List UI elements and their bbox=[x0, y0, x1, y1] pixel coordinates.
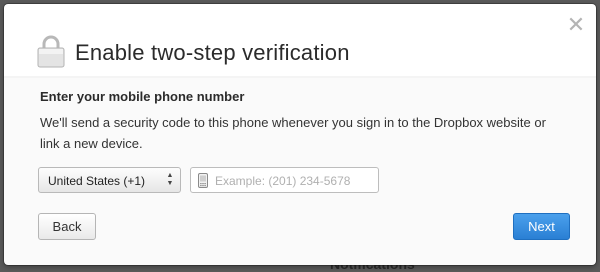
phone-description: We'll send a security code to this phone… bbox=[40, 115, 546, 151]
phone-number-input[interactable] bbox=[213, 170, 377, 192]
two-step-verification-dialog: ✕ Enable two-step verification Enter you… bbox=[4, 4, 596, 265]
phone-field-wrapper bbox=[190, 167, 379, 193]
mobile-phone-icon bbox=[198, 173, 208, 188]
close-icon[interactable]: ✕ bbox=[565, 14, 587, 36]
select-arrows-icon: ▲ ▼ bbox=[166, 172, 174, 187]
phone-section-heading: Enter your mobile phone number bbox=[40, 89, 245, 104]
lock-icon bbox=[37, 35, 65, 68]
country-code-select[interactable]: United States (+1) ▲ ▼ bbox=[38, 167, 181, 193]
back-button[interactable]: Back bbox=[38, 213, 96, 240]
dialog-title: Enable two-step verification bbox=[75, 40, 350, 65]
next-button[interactable]: Next bbox=[513, 213, 570, 240]
country-code-selected: United States (+1) bbox=[48, 174, 146, 188]
